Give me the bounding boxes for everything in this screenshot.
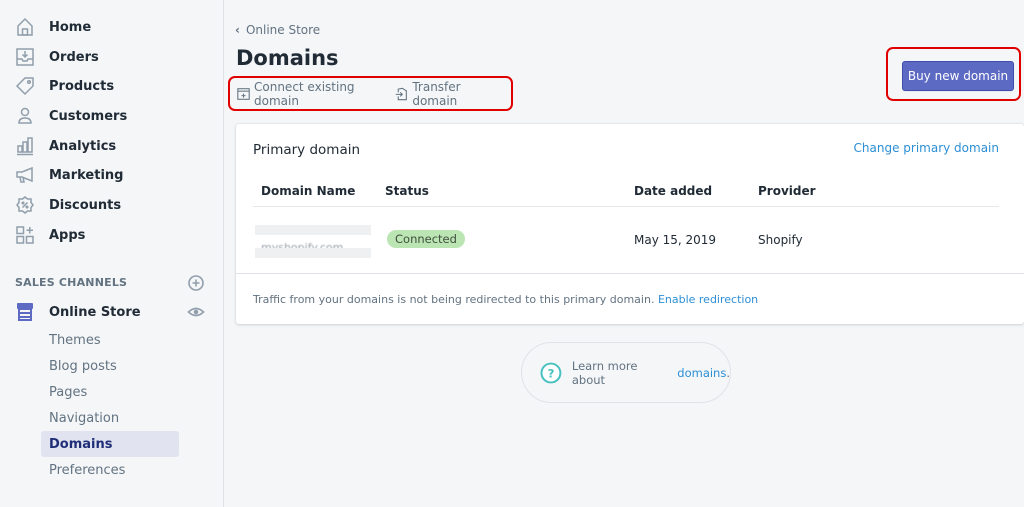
eye-icon xyxy=(187,307,205,317)
main-content: ‹ Online Store Domains Connect existing … xyxy=(225,0,1024,507)
redaction-bar xyxy=(255,225,371,235)
sidebar-item-marketing[interactable]: Marketing xyxy=(14,163,214,187)
add-sales-channel-button[interactable] xyxy=(187,274,205,292)
breadcrumb[interactable]: ‹ Online Store xyxy=(235,23,320,37)
chevron-left-icon: ‹ xyxy=(235,23,240,37)
sales-channels-heading: SALES CHANNELS xyxy=(15,276,128,289)
enable-redirection-link[interactable]: Enable redirection xyxy=(658,293,758,306)
help-question-icon: ? xyxy=(540,362,562,383)
sidebar-subitem-themes[interactable]: Themes xyxy=(41,327,179,353)
tag-icon xyxy=(14,75,36,97)
browser-plus-icon xyxy=(237,87,250,100)
provider-cell: Shopify xyxy=(758,233,803,247)
redirection-notice: Traffic from your domains is not being r… xyxy=(253,293,758,306)
svg-text:?: ? xyxy=(547,366,554,380)
column-header-status: Status xyxy=(385,184,429,198)
sidebar-item-label: Home xyxy=(49,19,92,35)
sidebar-item-label: Orders xyxy=(49,49,99,65)
discount-icon xyxy=(14,194,36,216)
buy-new-domain-button[interactable]: Buy new domain xyxy=(902,61,1014,91)
store-icon xyxy=(14,301,36,323)
sidebar-item-online-store[interactable]: Online Store xyxy=(14,300,214,324)
breadcrumb-label: Online Store xyxy=(245,23,321,37)
page-title: Domains xyxy=(236,46,339,70)
table-divider xyxy=(253,206,999,207)
plus-circle-icon xyxy=(188,275,204,291)
connect-existing-domain-label: Connect existing domain xyxy=(254,79,355,108)
transfer-domain-label: Transfer domain xyxy=(412,79,461,108)
sidebar-item-label: Apps xyxy=(49,227,86,243)
card-section-divider xyxy=(236,273,1024,274)
redaction-bar xyxy=(255,248,371,258)
column-header-date-added: Date added xyxy=(634,184,713,198)
sidebar-item-label: Marketing xyxy=(49,167,124,183)
sidebar-item-analytics[interactable]: Analytics xyxy=(14,134,214,158)
sidebar-subitem-domains[interactable]: Domains xyxy=(41,431,179,457)
buy-domain-highlight: Buy new domain xyxy=(886,47,1021,101)
sidebar-item-label: Products xyxy=(49,78,115,94)
learn-more-domains-link[interactable]: domains xyxy=(677,366,726,380)
sidebar-subitem-navigation[interactable]: Navigation xyxy=(41,405,179,431)
sidebar-item-home[interactable]: Home xyxy=(14,15,214,39)
date-added-cell: May 15, 2019 xyxy=(634,233,717,247)
sidebar-item-discounts[interactable]: Discounts xyxy=(14,193,214,217)
transfer-icon xyxy=(396,87,408,100)
column-header-domain-name: Domain Name xyxy=(261,184,356,198)
sidebar-item-customers[interactable]: Customers xyxy=(14,104,214,128)
primary-domain-card: Primary domain Change primary domain Dom… xyxy=(236,124,1024,324)
status-badge: Connected xyxy=(387,230,465,248)
sidebar-subitem-pages[interactable]: Pages xyxy=(41,379,179,405)
apps-icon xyxy=(14,224,36,246)
home-icon xyxy=(14,16,36,38)
sidebar-item-label: Online Store xyxy=(49,304,141,320)
megaphone-icon xyxy=(14,164,36,186)
bar-chart-icon xyxy=(14,135,36,157)
transfer-domain-button[interactable]: Transfer domain xyxy=(395,80,491,108)
sidebar-item-orders[interactable]: Orders xyxy=(14,45,214,69)
change-primary-domain-link[interactable]: Change primary domain xyxy=(854,141,999,155)
sidebar-item-label: Discounts xyxy=(49,197,122,213)
sidebar-item-label: Analytics xyxy=(49,138,117,154)
sidebar-item-label: Customers xyxy=(49,108,128,124)
view-online-store-button[interactable] xyxy=(187,303,205,321)
help-suffix: . xyxy=(726,365,730,380)
sidebar-item-products[interactable]: Products xyxy=(14,74,214,98)
help-text: Learn more about xyxy=(571,358,638,387)
sidebar-subitem-preferences[interactable]: Preferences xyxy=(41,457,179,483)
connect-existing-domain-button[interactable]: Connect existing domain xyxy=(237,80,375,108)
column-header-provider: Provider xyxy=(758,184,816,198)
sidebar-subitem-blog-posts[interactable]: Blog posts xyxy=(41,353,179,379)
orders-icon xyxy=(14,46,36,68)
card-title: Primary domain xyxy=(253,142,361,158)
sidebar: Home Orders Products Customers Analytics… xyxy=(0,0,224,507)
redirection-notice-text: Traffic from your domains is not being r… xyxy=(253,293,655,306)
secondary-actions-highlight: Connect existing domain Transfer domain xyxy=(228,76,513,111)
person-icon xyxy=(14,105,36,127)
sidebar-item-apps[interactable]: Apps xyxy=(14,223,214,247)
help-footer: ? Learn more about domains. xyxy=(521,342,731,403)
